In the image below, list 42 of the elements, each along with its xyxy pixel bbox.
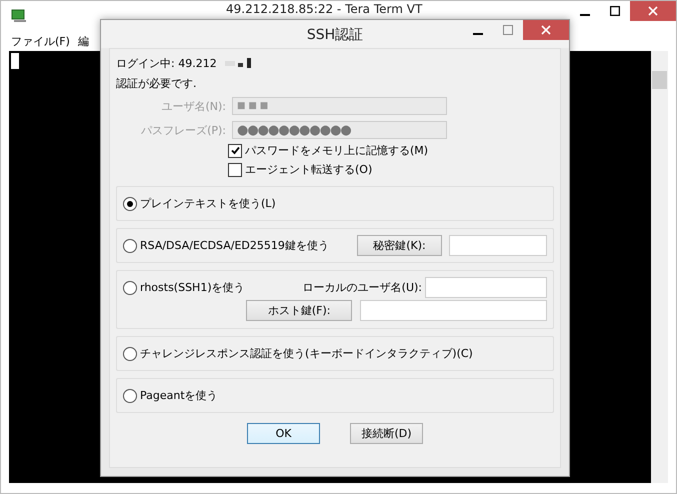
auth-message: 認証が必要です. xyxy=(116,76,198,92)
checkbox[interactable] xyxy=(228,144,242,158)
radio-label[interactable]: rhosts(SSH1)を使う xyxy=(140,280,245,295)
local-username-label: ローカルのユーザ名(U): xyxy=(302,280,422,295)
menu-item[interactable]: 編 xyxy=(78,34,89,48)
radio-label[interactable]: チャレンジレスポンス認証を使う(キーボードインタラクティブ)(C) xyxy=(140,346,473,361)
radio-button[interactable] xyxy=(123,388,137,402)
radio-button[interactable] xyxy=(123,196,137,210)
host-key-button[interactable]: ホスト鍵(F): xyxy=(246,300,352,320)
login-status: ログイン中: 49.212 xyxy=(116,56,217,70)
close-icon xyxy=(541,25,551,35)
close-button[interactable] xyxy=(523,20,569,40)
checkbox[interactable] xyxy=(228,162,242,176)
close-icon xyxy=(648,6,658,16)
dialog-title: SSH認証 xyxy=(306,26,364,44)
radio-label[interactable]: Pageantを使う xyxy=(140,388,218,403)
minimize-icon xyxy=(473,32,483,34)
radio-button[interactable] xyxy=(123,238,137,252)
terminal-app-icon xyxy=(11,9,27,23)
dialog-button[interactable]: OK xyxy=(247,423,320,444)
dialog-button[interactable]: 接続断(D) xyxy=(350,423,423,444)
private-key-button[interactable]: 秘密鍵(K): xyxy=(357,235,442,256)
text-cursor xyxy=(11,53,19,69)
close-button[interactable] xyxy=(630,1,676,21)
key-file-field[interactable] xyxy=(449,235,547,256)
radio-button[interactable] xyxy=(123,346,137,360)
username-label: ユーザ名(N): xyxy=(160,98,227,114)
maximize-icon xyxy=(503,25,513,35)
radio-button[interactable] xyxy=(123,280,137,294)
passphrase-label: パスフレーズ(P): xyxy=(140,122,227,138)
redaction-icon xyxy=(222,58,253,68)
radio-label[interactable]: RSA/DSA/ECDSA/ED25519鍵を使う xyxy=(140,238,329,253)
menu-item[interactable]: ファイル(F) xyxy=(11,34,70,48)
host-key-field[interactable] xyxy=(360,300,547,320)
checkbox-label[interactable]: パスワードをメモリ上に記憶する(M) xyxy=(245,143,428,158)
minimize-icon xyxy=(580,14,590,16)
maximize-icon xyxy=(610,6,620,16)
window-title: 49.212.218.85:22 - Tera Term VT xyxy=(226,2,422,16)
radio-label[interactable]: プレインテキストを使う(L) xyxy=(140,196,276,211)
local-username-field[interactable] xyxy=(425,277,547,298)
checkbox-label[interactable]: エージェント転送する(O) xyxy=(245,162,372,177)
scrollbar[interactable] xyxy=(651,51,668,483)
